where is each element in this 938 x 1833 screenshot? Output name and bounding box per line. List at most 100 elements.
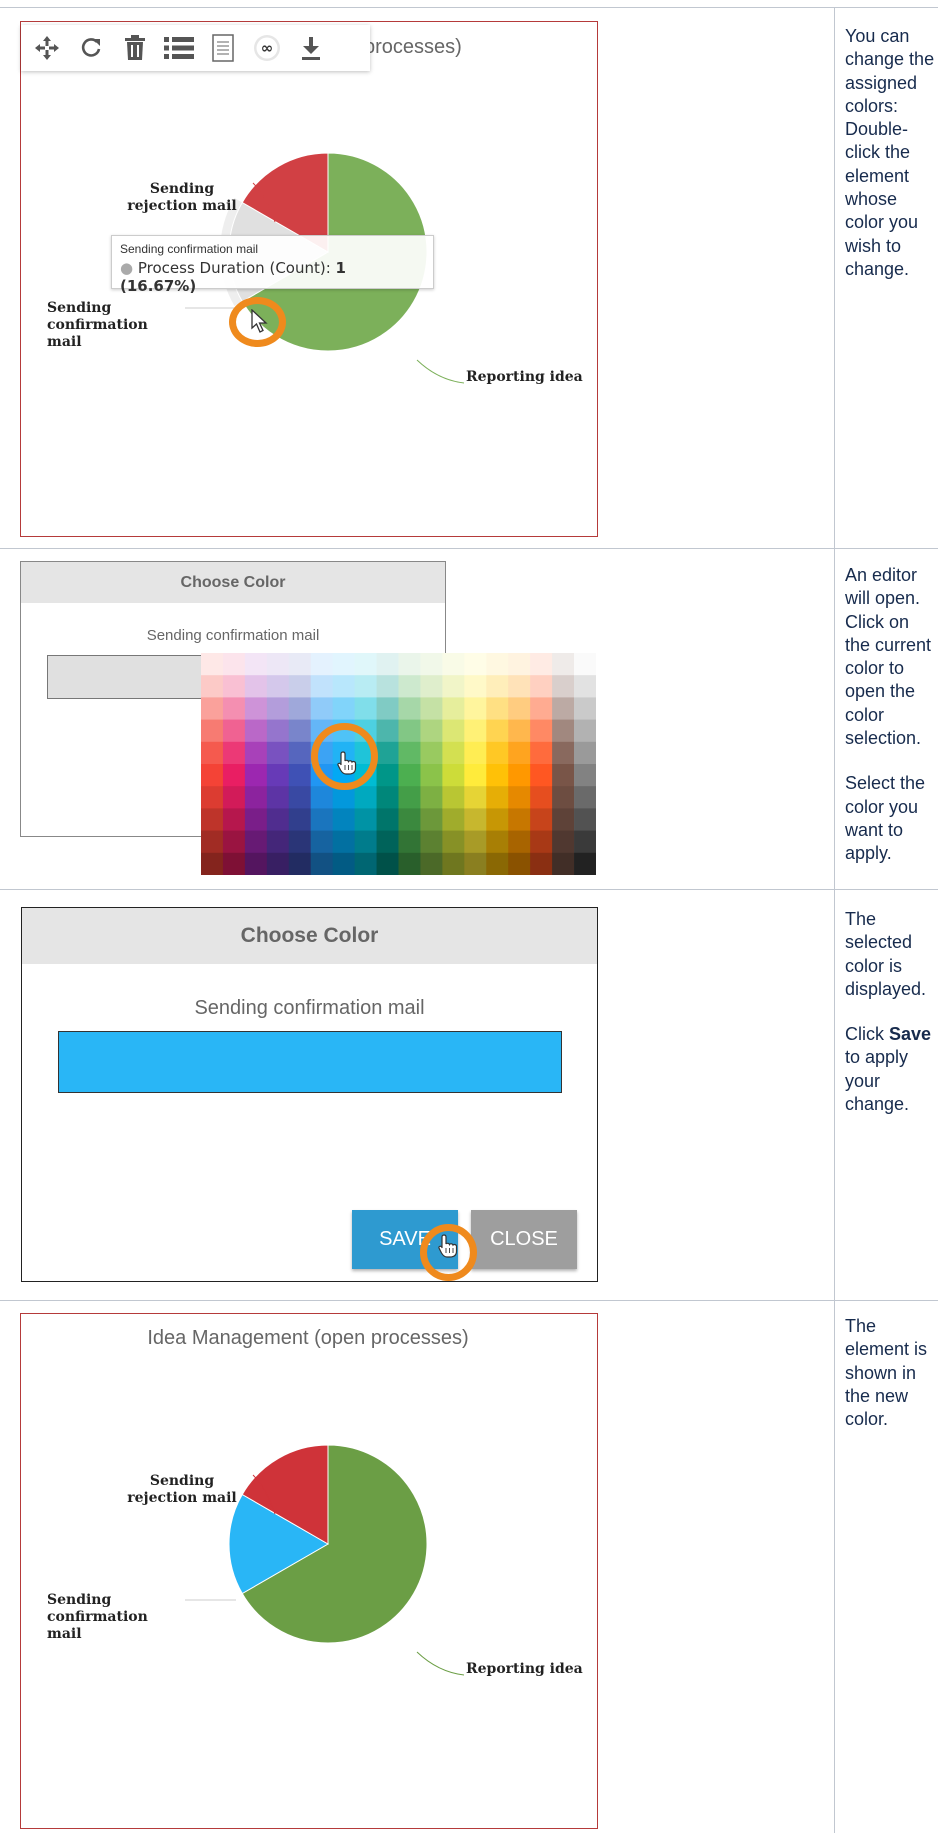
palette-swatch[interactable] [486,741,509,765]
palette-swatch[interactable] [266,786,290,809]
palette-swatch[interactable] [398,719,421,743]
palette-swatch[interactable] [442,830,465,854]
palette-swatch[interactable] [310,808,334,832]
palette-swatch[interactable] [420,653,443,676]
palette-swatch[interactable] [332,653,356,676]
palette-swatch[interactable] [222,719,246,743]
palette-swatch[interactable] [464,653,487,676]
palette-swatch[interactable] [508,675,531,698]
palette-swatch[interactable] [508,786,531,809]
palette-swatch[interactable] [530,764,553,787]
palette-swatch[interactable] [332,808,356,832]
palette-swatch[interactable] [266,741,290,765]
palette-swatch[interactable] [288,764,312,787]
palette-swatch[interactable] [310,830,334,854]
palette-swatch[interactable] [464,675,487,698]
palette-swatch[interactable] [376,675,399,698]
palette-swatch[interactable] [508,764,531,787]
palette-swatch[interactable] [420,830,443,854]
palette-swatch[interactable] [244,808,268,832]
palette-swatch[interactable] [376,764,399,787]
palette-swatch[interactable] [530,741,553,765]
palette-swatch-grey[interactable] [574,653,596,676]
palette-swatch[interactable] [310,697,334,721]
palette-swatch[interactable] [244,852,268,875]
palette-swatch[interactable] [354,675,378,698]
palette-swatch[interactable] [486,830,509,854]
palette-swatch[interactable] [552,741,575,765]
palette-swatch[interactable] [442,697,465,721]
palette-swatch[interactable] [288,653,312,676]
palette-swatch[interactable] [376,830,399,854]
palette-swatch[interactable] [201,741,224,765]
palette-swatch[interactable] [552,697,575,721]
palette-swatch[interactable] [266,852,290,875]
palette-swatch[interactable] [398,830,421,854]
palette-swatch[interactable] [486,786,509,809]
palette-swatch[interactable] [288,741,312,765]
palette-swatch[interactable] [201,719,224,743]
palette-swatch[interactable] [464,697,487,721]
palette-swatch[interactable] [530,830,553,854]
close-button[interactable]: CLOSE [471,1210,577,1269]
palette-swatch[interactable] [222,741,246,765]
palette-swatch[interactable] [222,830,246,854]
palette-swatch[interactable] [530,852,553,875]
palette-swatch[interactable] [354,852,378,875]
palette-swatch[interactable] [376,786,399,809]
palette-swatch[interactable] [530,786,553,809]
palette-swatch[interactable] [201,675,224,698]
palette-swatch[interactable] [398,675,421,698]
palette-swatch[interactable] [332,830,356,854]
palette-swatch[interactable] [486,675,509,698]
palette-swatch[interactable] [530,697,553,721]
palette-swatch[interactable] [508,697,531,721]
palette-swatch[interactable] [310,852,334,875]
palette-swatch[interactable] [398,852,421,875]
palette-swatch[interactable] [420,786,443,809]
selected-color-swatch[interactable] [58,1031,562,1093]
palette-swatch[interactable] [442,764,465,787]
palette-swatch[interactable] [222,675,246,698]
palette-swatch[interactable] [201,830,224,854]
palette-swatch-grey[interactable] [574,830,596,854]
palette-swatch[interactable] [552,764,575,787]
palette-swatch[interactable] [420,852,443,875]
palette-swatch[interactable] [201,786,224,809]
palette-swatch[interactable] [420,764,443,787]
palette-swatch[interactable] [266,653,290,676]
palette-swatch[interactable] [398,697,421,721]
palette-swatch[interactable] [354,653,378,676]
palette-swatch[interactable] [486,808,509,832]
palette-swatch[interactable] [288,830,312,854]
palette-swatch[interactable] [288,675,312,698]
palette-swatch[interactable] [530,675,553,698]
palette-swatch[interactable] [420,719,443,743]
palette-swatch[interactable] [201,653,224,676]
palette-swatch[interactable] [222,808,246,832]
palette-swatch[interactable] [201,764,224,787]
palette-swatch[interactable] [420,741,443,765]
palette-swatch[interactable] [464,808,487,832]
palette-swatch[interactable] [201,852,224,875]
palette-swatch[interactable] [288,808,312,832]
palette-swatch[interactable] [552,719,575,743]
palette-swatch[interactable] [222,764,246,787]
palette-swatch[interactable] [508,653,531,676]
palette-swatch[interactable] [376,653,399,676]
palette-swatch[interactable] [310,675,334,698]
palette-swatch[interactable] [244,719,268,743]
palette-swatch[interactable] [288,697,312,721]
palette-swatch[interactable] [508,830,531,854]
color-palette[interactable] [201,653,596,875]
palette-swatch[interactable] [244,741,268,765]
palette-swatch[interactable] [464,852,487,875]
palette-swatch[interactable] [530,808,553,832]
palette-swatch[interactable] [464,830,487,854]
palette-swatch-grey[interactable] [574,741,596,765]
palette-swatch[interactable] [486,697,509,721]
palette-swatch[interactable] [442,808,465,832]
palette-swatch[interactable] [486,852,509,875]
palette-swatch[interactable] [530,653,553,676]
palette-swatch[interactable] [376,808,399,832]
